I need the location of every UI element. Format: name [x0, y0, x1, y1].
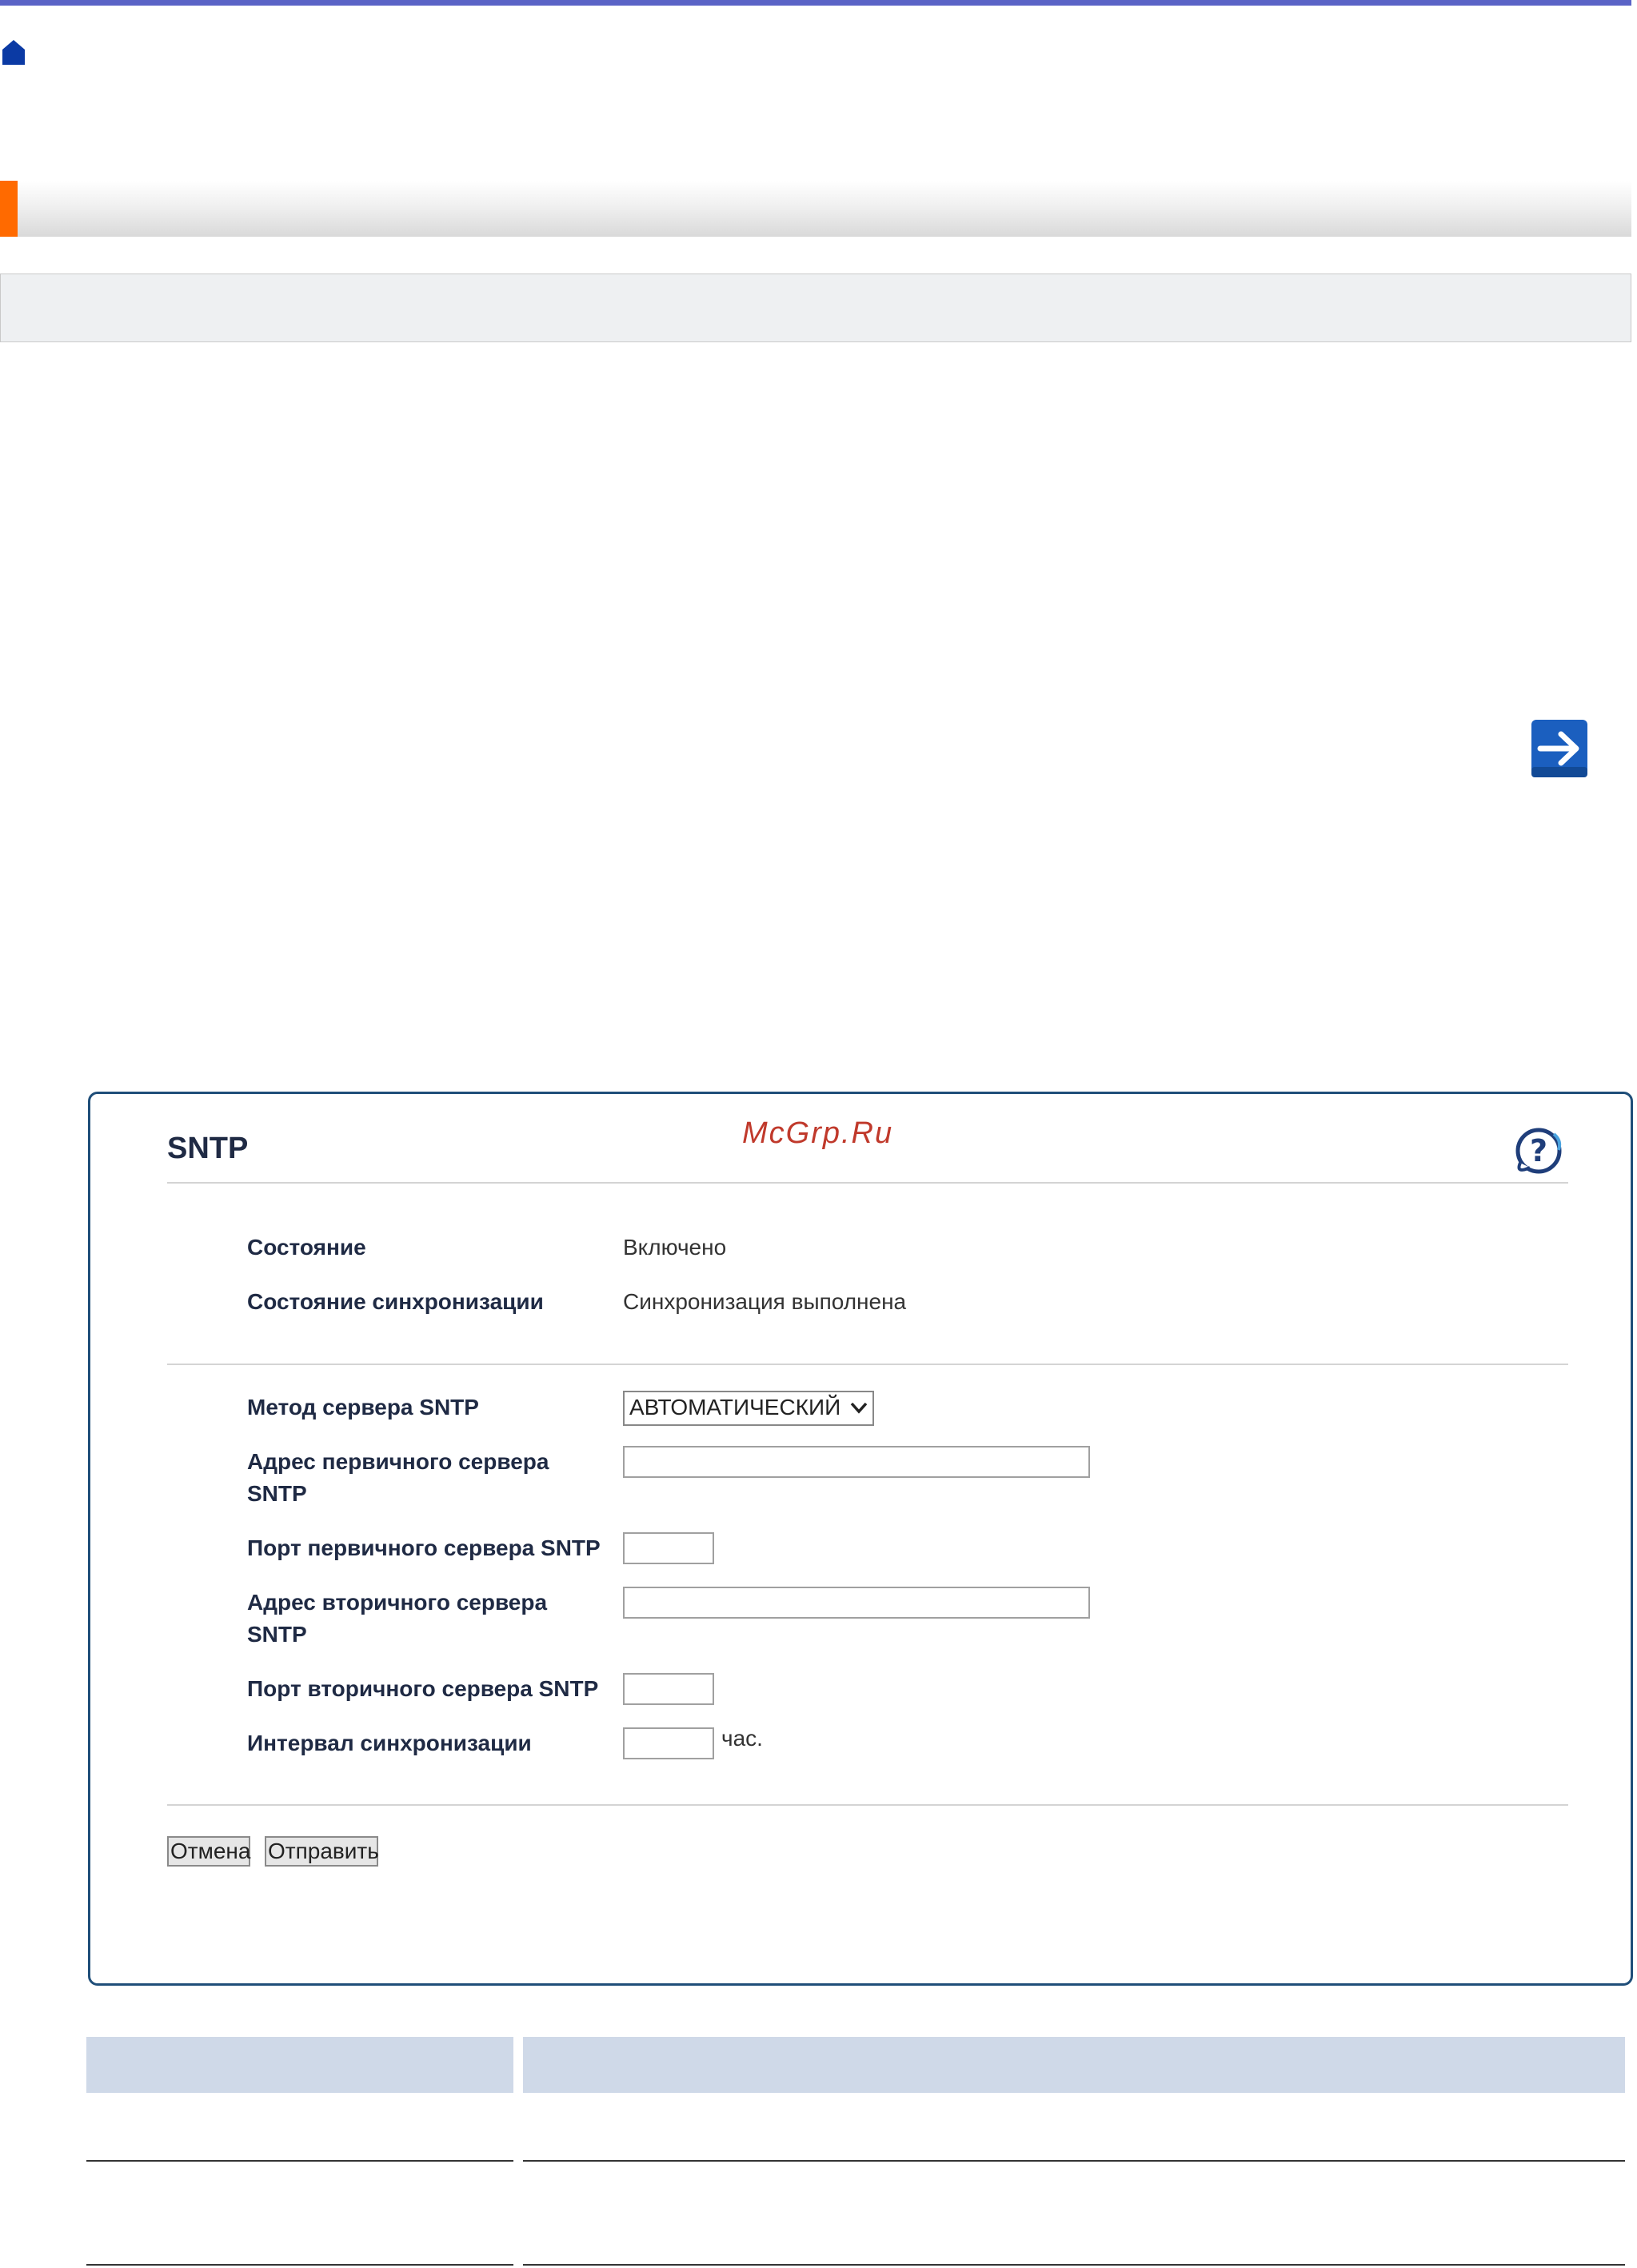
submit-button[interactable]: Отправить — [265, 1836, 379, 1867]
primary-port-label: Порт первичного сервера SNTP — [247, 1535, 601, 1560]
sync-status-label: Состояние синхронизации — [247, 1289, 544, 1314]
section-accent — [0, 181, 18, 237]
method-select[interactable]: АВТОМАТИЧЕСКИЙ — [623, 1391, 874, 1426]
secondary-port-label: Порт вторичного сервера SNTP — [247, 1676, 599, 1701]
svg-text:?: ? — [1530, 1133, 1547, 1168]
section-header-bar — [0, 181, 1631, 237]
primary-address-input[interactable] — [623, 1446, 1090, 1478]
primary-port-input[interactable] — [623, 1532, 714, 1564]
status-label: Состояние — [247, 1235, 366, 1260]
secondary-port-input[interactable] — [623, 1673, 714, 1705]
panel-title: SNTP — [167, 1132, 249, 1165]
form-divider — [167, 1804, 1568, 1806]
table-row-rule — [86, 2160, 513, 2162]
table-row-rule — [523, 2160, 1625, 2162]
secondary-address-label: Адрес вторичного сервера SNTP — [247, 1590, 548, 1647]
top-rule — [0, 0, 1631, 6]
secondary-address-input[interactable] — [623, 1587, 1090, 1619]
method-label: Метод сервера SNTP — [247, 1395, 479, 1419]
sntp-settings-panel: SNTP McGrp.Ru ? Состояние Включено Состо… — [88, 1092, 1633, 1986]
table-header-cell-2 — [523, 2037, 1625, 2093]
table-row-rule — [523, 2264, 1625, 2266]
status-divider — [167, 1364, 1568, 1365]
table-row-rule — [86, 2264, 513, 2266]
chevron-down-icon — [850, 1402, 868, 1414]
interval-input[interactable] — [623, 1727, 714, 1759]
arrow-right-icon[interactable] — [1531, 719, 1588, 778]
interval-unit: час. — [721, 1726, 763, 1751]
interval-label: Интервал синхронизации — [247, 1731, 532, 1755]
cancel-button[interactable]: Отмена — [167, 1836, 250, 1867]
primary-address-label: Адрес первичного сервера SNTP — [247, 1449, 549, 1506]
method-select-value: АВТОМАТИЧЕСКИЙ — [629, 1395, 841, 1419]
title-divider — [167, 1182, 1568, 1184]
help-icon[interactable]: ? — [1514, 1126, 1563, 1176]
home-icon[interactable] — [2, 38, 26, 66]
status-value: Включено — [623, 1235, 727, 1260]
table-header-cell-1 — [86, 2037, 513, 2093]
watermark: McGrp.Ru — [742, 1116, 894, 1150]
sync-status-value: Синхронизация выполнена — [623, 1289, 907, 1314]
note-box — [0, 274, 1631, 342]
